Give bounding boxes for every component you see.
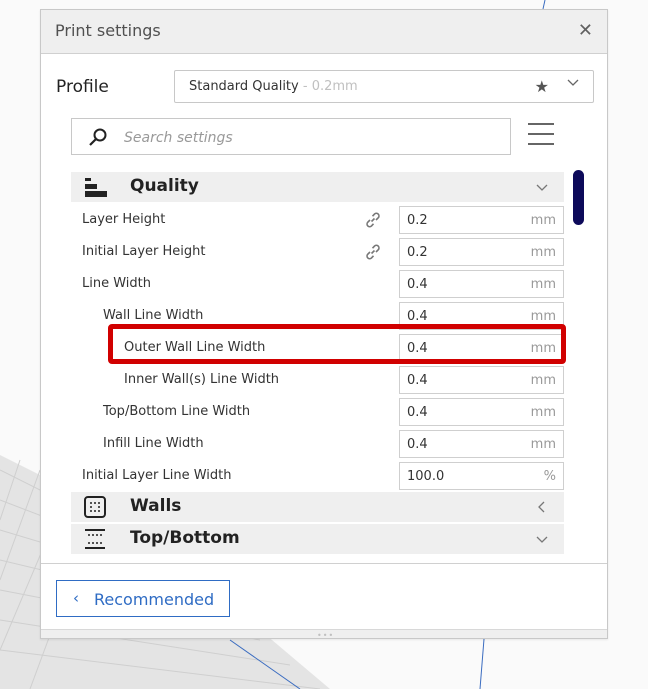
- setting-unit: mm: [530, 373, 556, 388]
- setting-unit: %: [543, 469, 556, 484]
- setting-row: Outer Wall Line Width 0.4 mm: [71, 332, 564, 364]
- star-icon[interactable]: ★: [535, 77, 549, 96]
- setting-value-field[interactable]: 100.0%: [399, 462, 564, 490]
- hamburger-icon: [528, 123, 554, 125]
- top-bottom-icon: [85, 529, 105, 549]
- setting-label: Infill Line Width: [103, 436, 204, 451]
- setting-row: Infill Line Width 0.4 mm: [71, 428, 564, 460]
- setting-row: Initial Layer Height 0.2 mm: [71, 236, 564, 268]
- setting-value: 0.4: [407, 341, 428, 356]
- setting-row: Wall Line Width 0.4 mm: [71, 300, 564, 332]
- setting-value-field[interactable]: 0.4 mm: [399, 398, 564, 426]
- category-walls[interactable]: Walls: [71, 492, 564, 522]
- chevron-left-icon: [538, 501, 545, 513]
- setting-unit: mm: [530, 245, 556, 260]
- setting-unit: mm: [530, 341, 556, 356]
- walls-icon: [84, 496, 106, 518]
- setting-row: Top/Bottom Line Width 0.4 mm: [71, 396, 564, 428]
- setting-label: Line Width: [82, 276, 151, 291]
- setting-value-field[interactable]: 0.2 mm: [399, 206, 564, 234]
- setting-label: Top/Bottom Line Width: [103, 404, 251, 419]
- setting-unit: mm: [530, 437, 556, 452]
- setting-label: Layer Height: [82, 212, 166, 227]
- quality-icon: [85, 178, 107, 197]
- setting-value: 0.4: [407, 437, 428, 452]
- setting-value-field[interactable]: 0.4 mm: [399, 270, 564, 298]
- setting-value-field[interactable]: 0.4 mm: [399, 302, 564, 330]
- recommended-button[interactable]: ‹ Recommended: [56, 580, 230, 617]
- setting-row: Initial Layer Line Width 100.0%: [71, 460, 564, 492]
- chevron-down-icon: [536, 536, 548, 543]
- category-quality[interactable]: Quality: [71, 172, 564, 202]
- setting-label: Initial Layer Line Width: [82, 468, 232, 483]
- category-label: Quality: [130, 176, 199, 196]
- settings-visibility-menu-button[interactable]: [528, 123, 554, 149]
- profile-layer-height: - 0.2mm: [298, 79, 358, 94]
- link-icon[interactable]: [364, 243, 382, 261]
- setting-value: 0.4: [407, 405, 428, 420]
- drag-handle-icon: •••: [317, 631, 335, 640]
- setting-value-field[interactable]: 0.4 mm: [399, 366, 564, 394]
- setting-value-field[interactable]: 0.4 mm: [399, 430, 564, 458]
- profile-select[interactable]: Standard Quality - 0.2mm ★: [174, 70, 594, 103]
- settings-list: Quality Layer Height 0.2 mm Initial Layer H…: [71, 172, 564, 557]
- scrollbar-thumb[interactable]: [573, 170, 584, 225]
- setting-unit: mm: [530, 277, 556, 292]
- setting-row: Inner Wall(s) Line Width 0.4 mm: [71, 364, 564, 396]
- profile-name: Standard Quality: [189, 79, 299, 94]
- search-input[interactable]: [122, 127, 496, 149]
- setting-unit: mm: [530, 405, 556, 420]
- setting-unit: mm: [530, 309, 556, 324]
- search-box: [71, 118, 511, 155]
- chevron-down-icon: [567, 79, 579, 86]
- partial-setting-row: [71, 556, 564, 557]
- category-top-bottom[interactable]: Top/Bottom: [71, 524, 564, 554]
- panel-titlebar: Print settings ✕: [41, 10, 607, 54]
- close-icon[interactable]: ✕: [578, 20, 593, 41]
- setting-value: 0.2: [407, 245, 428, 260]
- setting-label: Outer Wall Line Width: [124, 340, 266, 355]
- setting-value-field[interactable]: 0.4 mm: [399, 334, 564, 362]
- setting-value: 0.4: [407, 373, 428, 388]
- setting-row: Line Width 0.4 mm: [71, 268, 564, 300]
- category-label: Walls: [130, 496, 182, 516]
- setting-value: 100.0: [407, 469, 445, 484]
- setting-value: 0.4: [407, 277, 428, 292]
- setting-label: Inner Wall(s) Line Width: [124, 372, 280, 387]
- setting-value-field[interactable]: 0.2 mm: [399, 238, 564, 266]
- setting-row: Layer Height 0.2 mm: [71, 204, 564, 236]
- setting-label: Initial Layer Height: [82, 244, 206, 259]
- panel-title: Print settings: [55, 21, 161, 40]
- recommended-label: Recommended: [94, 590, 215, 609]
- search-icon: [89, 128, 107, 146]
- category-label: Top/Bottom: [130, 528, 240, 548]
- setting-value: 0.4: [407, 309, 428, 324]
- footer-divider: [41, 563, 607, 564]
- setting-label: Wall Line Width: [103, 308, 204, 323]
- print-settings-panel: Print settings ✕ Profile Standard Qualit…: [40, 9, 608, 640]
- setting-value: 0.2: [407, 213, 428, 228]
- setting-unit: mm: [530, 213, 556, 228]
- chevron-left-icon: ‹: [73, 589, 79, 607]
- link-icon[interactable]: [364, 211, 382, 229]
- profile-label: Profile: [56, 77, 109, 97]
- panel-resize-handle[interactable]: •••: [41, 629, 607, 640]
- chevron-down-icon: [536, 184, 548, 191]
